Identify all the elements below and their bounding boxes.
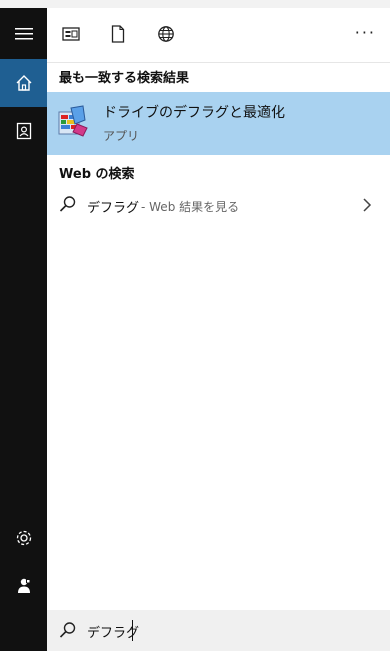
search-icon bbox=[59, 196, 76, 212]
chevron-right-icon bbox=[363, 198, 372, 212]
home-icon bbox=[16, 75, 31, 91]
search-box[interactable]: デフラグ bbox=[47, 610, 390, 651]
menu-button[interactable] bbox=[0, 10, 47, 58]
menu-icon bbox=[14, 28, 33, 40]
settings-icon bbox=[16, 530, 31, 546]
best-match-item[interactable]: ドライブのデフラグと最適化 アプリ bbox=[47, 92, 390, 155]
search-panel: ··· 最も一致する検索結果 ドライブのデフラグと最適化 アプリ Web の検索… bbox=[47, 8, 390, 651]
web-search-heading: Web の検索 bbox=[59, 167, 135, 182]
notebook-icon bbox=[16, 122, 31, 140]
best-match-title: ドライブのデフラグと最適化 bbox=[103, 105, 285, 121]
settings-button[interactable] bbox=[0, 514, 47, 562]
web-filter-button[interactable] bbox=[155, 23, 177, 45]
home-button[interactable] bbox=[0, 59, 47, 107]
text-caret bbox=[132, 620, 133, 641]
window-top-edge bbox=[0, 0, 390, 8]
defrag-app-icon bbox=[58, 105, 88, 137]
toolbar-divider bbox=[47, 62, 390, 63]
globe-icon bbox=[158, 26, 174, 42]
best-match-heading: 最も一致する検索結果 bbox=[59, 71, 190, 86]
search-icon bbox=[59, 622, 76, 638]
web-search-term: デフラグ bbox=[87, 201, 140, 216]
filter-toolbar: ··· bbox=[47, 8, 390, 62]
best-match-subtitle: アプリ bbox=[103, 129, 140, 143]
documents-filter-button[interactable] bbox=[107, 23, 129, 45]
document-icon bbox=[111, 25, 125, 43]
web-search-suffix: - Web 結果を見る bbox=[141, 200, 240, 214]
more-options-button[interactable]: ··· bbox=[355, 25, 376, 41]
start-sidebar bbox=[0, 8, 47, 651]
apps-filter-button[interactable] bbox=[60, 23, 82, 45]
user-icon bbox=[17, 578, 30, 593]
user-button[interactable] bbox=[0, 562, 47, 610]
web-search-item[interactable]: デフラグ - Web 結果を見る bbox=[47, 191, 390, 221]
notebook-button[interactable] bbox=[0, 107, 47, 155]
apps-icon bbox=[62, 27, 80, 41]
